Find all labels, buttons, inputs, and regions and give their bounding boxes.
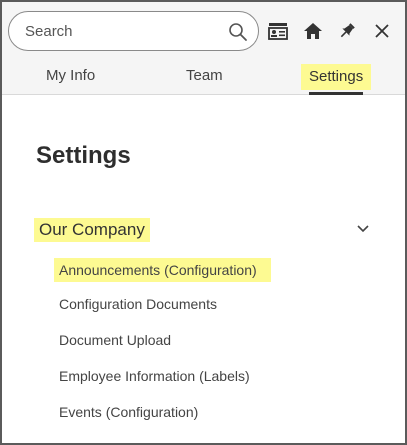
list-item-events[interactable]: Events (Configuration) (59, 402, 198, 422)
list-item-employee-information[interactable]: Employee Information (Labels) (59, 366, 250, 386)
panel-frame: My Info Team Settings Settings Our Compa… (0, 0, 407, 445)
list-item-configuration-documents[interactable]: Configuration Documents (59, 294, 217, 314)
active-tab-indicator (309, 92, 363, 95)
close-icon[interactable] (371, 20, 393, 42)
pin-icon[interactable] (336, 20, 358, 42)
chevron-down-icon[interactable] (356, 224, 370, 234)
section-our-company[interactable]: Our Company (34, 218, 374, 244)
home-icon[interactable] (302, 20, 324, 42)
page-title: Settings (36, 142, 131, 169)
list-item-document-upload[interactable]: Document Upload (59, 330, 171, 350)
search-box[interactable] (8, 11, 259, 51)
tab-team[interactable]: Team (186, 65, 223, 87)
search-input[interactable] (25, 12, 215, 50)
profile-card-icon[interactable] (267, 20, 289, 42)
tab-bar: My Info Team Settings (2, 60, 405, 95)
list-item-announcements[interactable]: Announcements (Configuration) (54, 258, 271, 282)
tab-my-info[interactable]: My Info (46, 65, 95, 87)
section-title: Our Company (34, 218, 150, 242)
tab-settings[interactable]: Settings (301, 64, 372, 90)
panel-header: My Info Team Settings (2, 2, 405, 95)
search-icon[interactable] (228, 22, 248, 42)
